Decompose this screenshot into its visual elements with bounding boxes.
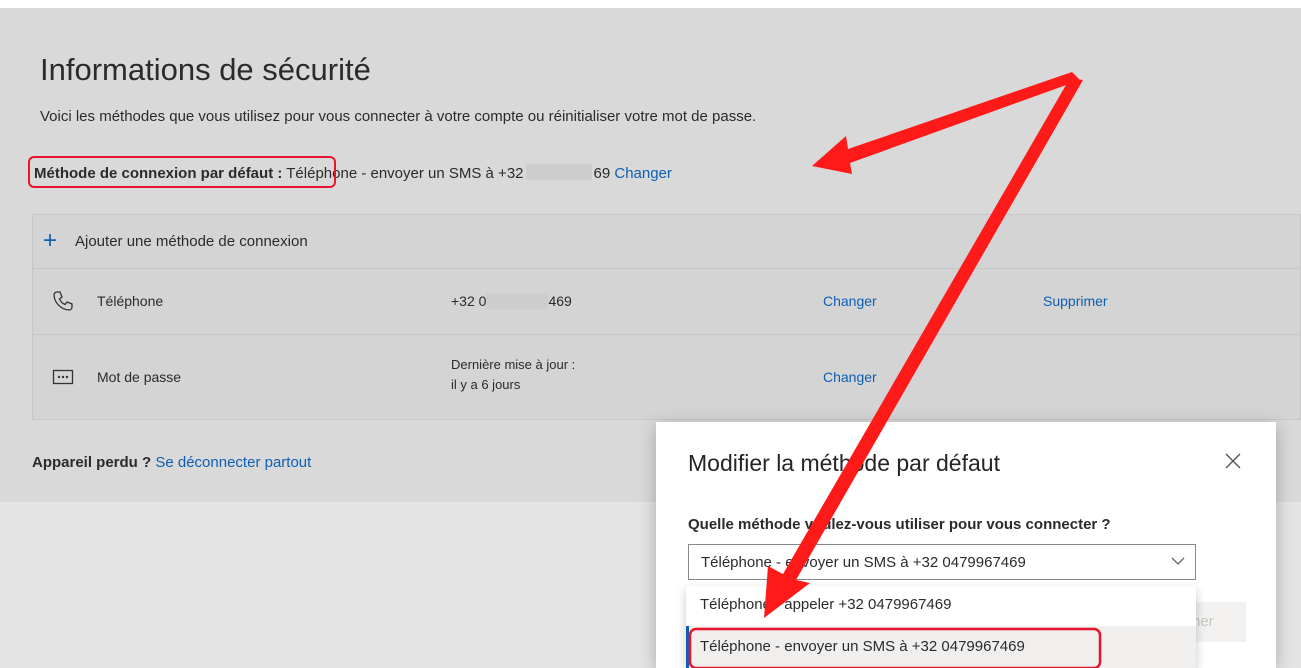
sign-out-everywhere-link[interactable]: Se déconnecter partout bbox=[155, 454, 311, 471]
default-method-suffix: 69 bbox=[593, 165, 611, 182]
top-strip bbox=[0, 0, 1301, 8]
plus-icon: + bbox=[43, 227, 58, 254]
password-icon bbox=[51, 365, 75, 392]
method-dropdown-list: Téléphone - appeler +32 0479967469 Télép… bbox=[686, 586, 1196, 668]
confirm-button[interactable]: ner bbox=[1188, 602, 1246, 642]
password-updated-value: il y a 6 jours bbox=[451, 377, 521, 392]
lost-device-label: Appareil perdu ? bbox=[32, 454, 152, 471]
lost-device-line: Appareil perdu ? Se déconnecter partout bbox=[32, 454, 311, 471]
masked-number bbox=[486, 293, 549, 309]
password-updated-label: Dernière mise à jour : bbox=[451, 357, 576, 372]
phone-prefix: +32 0 bbox=[451, 293, 487, 309]
chevron-down-icon bbox=[1171, 557, 1185, 565]
change-default-dialog: Modifier la méthode par défaut Quelle mé… bbox=[656, 422, 1276, 668]
method-select[interactable]: Téléphone - envoyer un SMS à +32 0479967… bbox=[688, 544, 1196, 580]
annotation-highlight-default-label bbox=[28, 156, 336, 188]
page-title: Informations de sécurité bbox=[40, 52, 371, 87]
page-subtitle: Voici les méthodes que vous utilisez pou… bbox=[40, 108, 757, 125]
method-name: Mot de passe bbox=[97, 369, 182, 385]
delete-phone-link[interactable]: Supprimer bbox=[1043, 293, 1108, 309]
method-select-value: Téléphone - envoyer un SMS à +32 0479967… bbox=[701, 554, 1026, 571]
option-label: Téléphone - appeler +32 0479967469 bbox=[700, 596, 952, 613]
change-password-link[interactable]: Changer bbox=[823, 369, 877, 385]
method-row-phone: Téléphone +32 0 469 Changer Supprimer bbox=[33, 269, 1300, 335]
method-value: +32 0 469 bbox=[451, 293, 572, 309]
method-row-password: Mot de passe Dernière mise à jour : il y… bbox=[33, 335, 1300, 421]
dropdown-option-sms[interactable]: Téléphone - envoyer un SMS à +32 0479967… bbox=[686, 626, 1196, 668]
dialog-title: Modifier la méthode par défaut bbox=[688, 450, 1000, 476]
phone-suffix: 469 bbox=[548, 293, 572, 309]
add-method-label: Ajouter une méthode de connexion bbox=[75, 233, 308, 250]
phone-icon bbox=[51, 289, 75, 316]
option-label: Téléphone - envoyer un SMS à +32 0479967… bbox=[700, 638, 1025, 655]
masked-number bbox=[525, 164, 592, 180]
change-phone-link[interactable]: Changer bbox=[823, 293, 877, 309]
methods-card: + Ajouter une méthode de connexion Télép… bbox=[32, 214, 1301, 420]
dropdown-option-call[interactable]: Téléphone - appeler +32 0479967469 bbox=[686, 586, 1196, 626]
close-icon[interactable] bbox=[1222, 450, 1244, 472]
dialog-question: Quelle méthode voulez-vous utiliser pour… bbox=[688, 516, 1111, 533]
default-method-change-link[interactable]: Changer bbox=[614, 165, 672, 182]
add-method-button[interactable]: + Ajouter une méthode de connexion bbox=[33, 215, 1300, 269]
method-name: Téléphone bbox=[97, 293, 164, 309]
